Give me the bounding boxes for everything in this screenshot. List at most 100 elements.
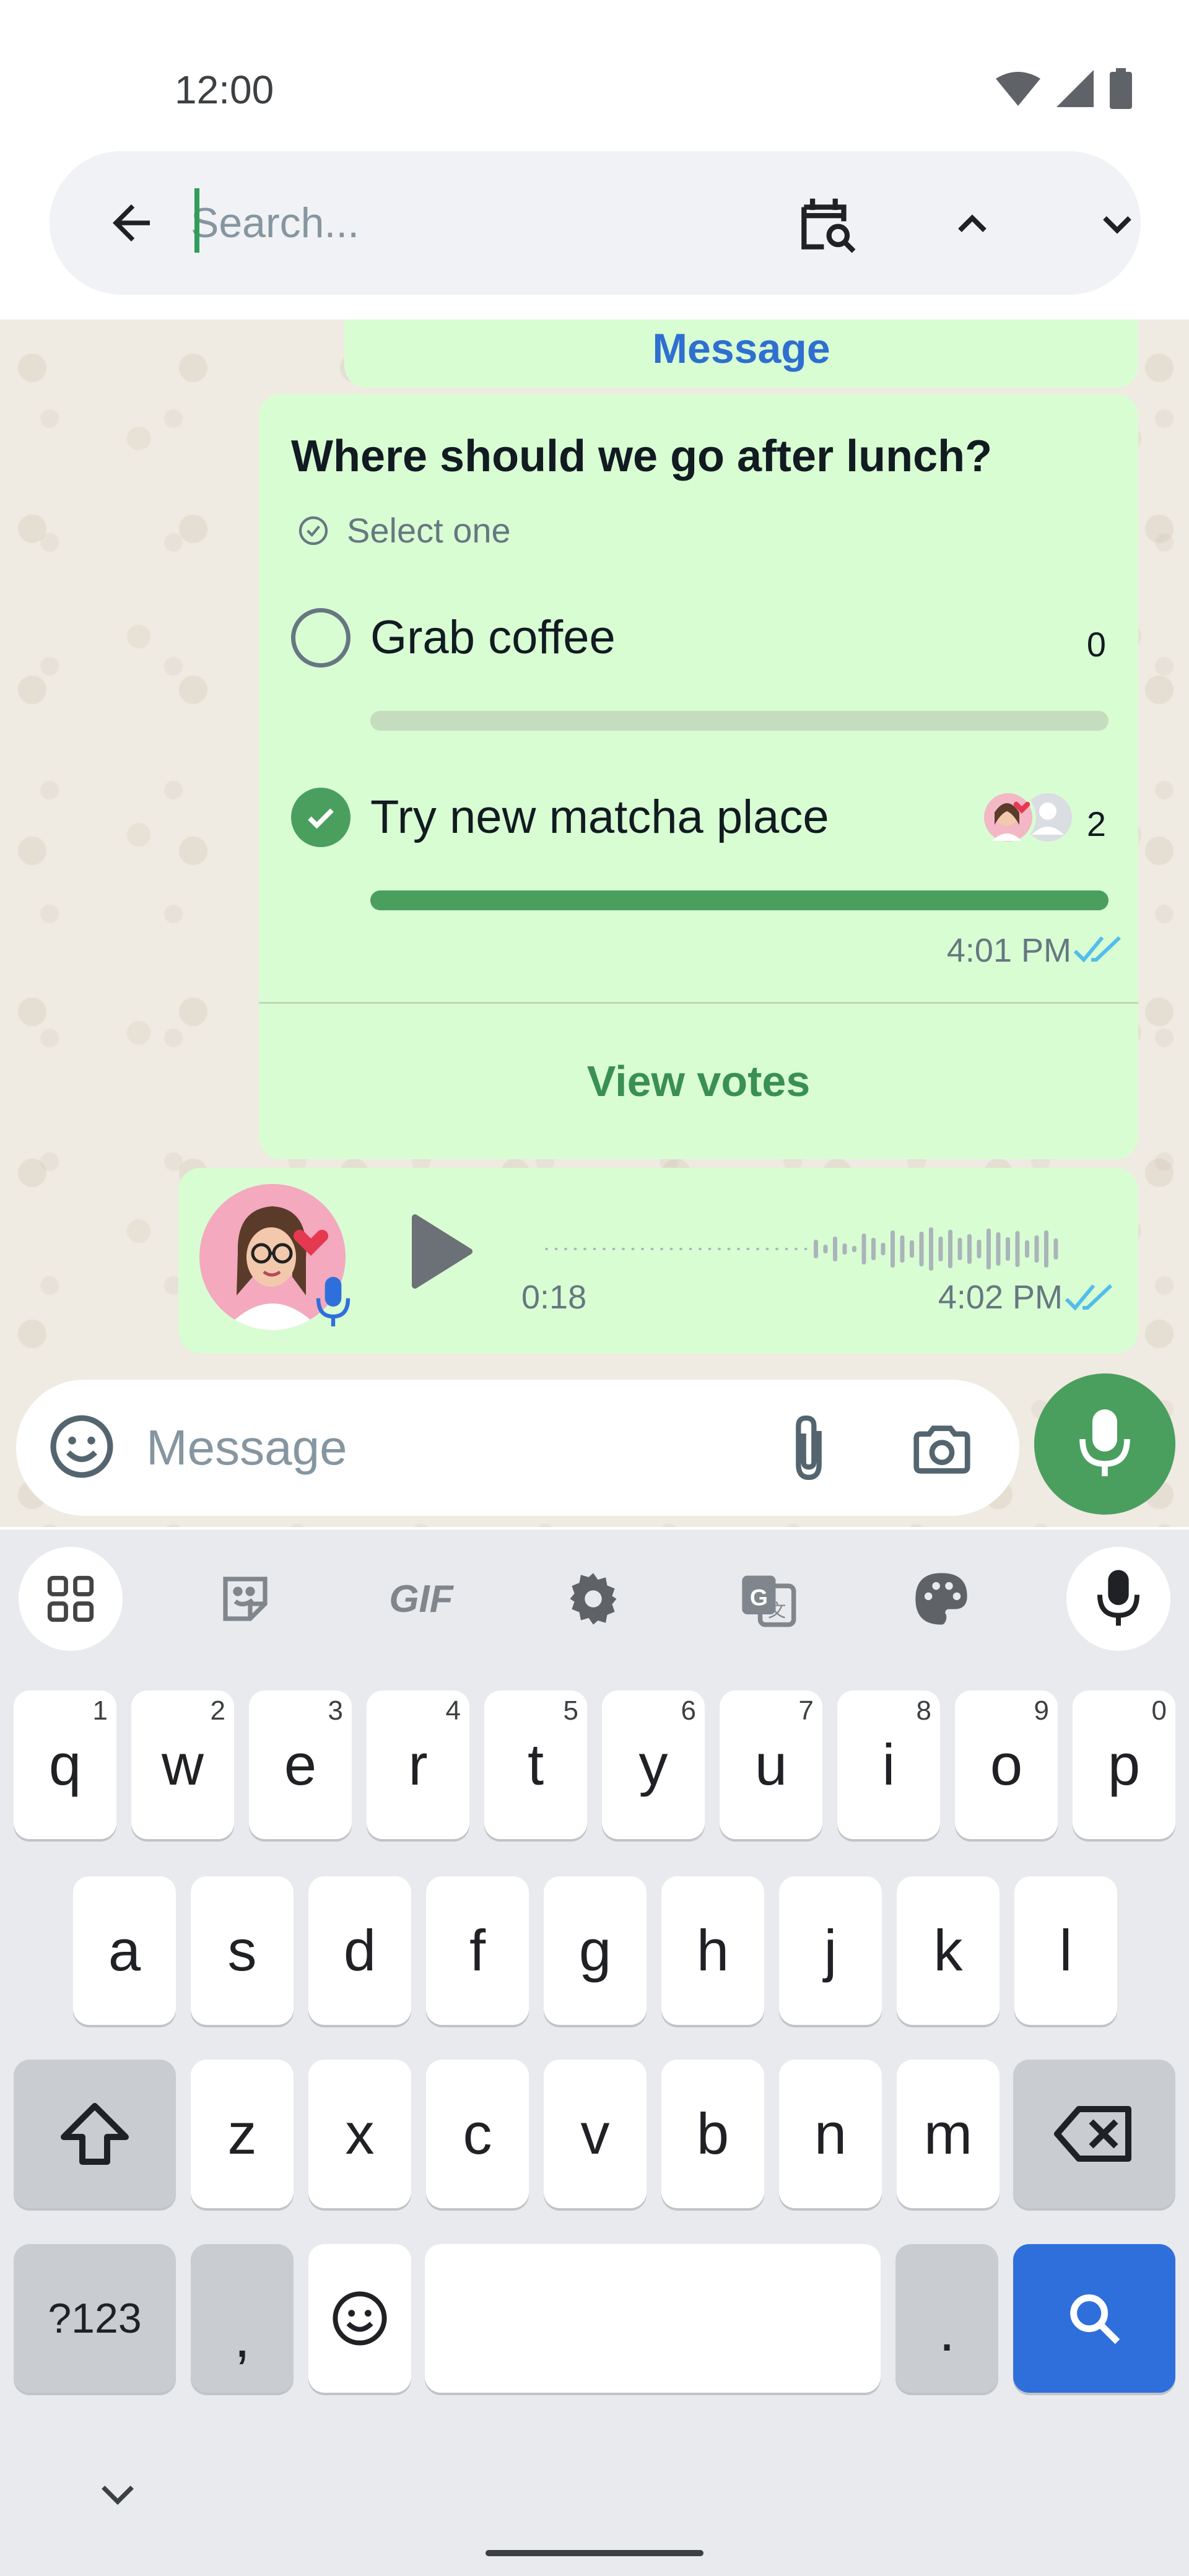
waveform-bar [1044,1230,1048,1268]
waveform-bar [967,1234,972,1264]
key-q[interactable]: q1 [14,1690,116,1839]
key-h[interactable]: h [661,1876,764,2025]
voice-record-button[interactable] [1034,1373,1175,1515]
backspace-key[interactable] [1013,2060,1175,2208]
period-key[interactable]: . [895,2244,998,2393]
waveform-bar [900,1235,905,1263]
key-l[interactable]: l [1014,1876,1117,2025]
poll-hint-text: Select one [347,511,511,550]
previous-message-bubble: Message [344,320,1138,388]
key-c[interactable]: c [426,2060,529,2208]
key-x[interactable]: x [308,2060,411,2208]
composer-row [0,1373,1189,1528]
mic-icon [1097,1570,1139,1626]
key-g[interactable]: g [544,1876,647,2025]
search-by-date-button[interactable] [786,187,867,261]
previous-result-button[interactable] [935,187,1009,261]
chat-area[interactable]: Message Where should we go after lunch? … [0,320,1189,1527]
key-a[interactable]: a [73,1876,176,2025]
key-i[interactable]: i8 [837,1690,940,1839]
key-label: t [527,1732,544,1797]
status-clock: 12:00 [175,67,274,112]
waveform-bar [1015,1231,1020,1267]
key-o[interactable]: o9 [955,1690,1058,1839]
play-button[interactable] [407,1211,476,1292]
key-label: n [814,2101,847,2166]
key-label: a [108,1918,141,1983]
comma-key[interactable]: , [191,2244,294,2393]
arrow-back-icon [113,204,150,242]
sticker-icon [223,1577,268,1621]
key-y[interactable]: y6 [602,1690,705,1839]
key-j[interactable]: j [779,1876,882,2025]
waveform-bar [612,1248,616,1250]
key-label: , [233,2304,251,2369]
waveform-bar [603,1248,606,1250]
key-hint: 9 [1034,1695,1049,1726]
emoji-key[interactable] [308,2244,411,2393]
poll-option-label[interactable]: Try new matcha place [370,790,829,844]
key-label: k [933,1918,963,1983]
key-w[interactable]: w2 [131,1690,234,1839]
key-z[interactable]: z [191,2060,294,2208]
space-key[interactable] [425,2244,881,2393]
waveform-bar [948,1230,952,1268]
gif-button[interactable]: GIF [369,1547,473,1651]
poll-question: Where should we go after lunch? [291,432,993,481]
voice-waveform[interactable] [500,1215,1089,1283]
emoji-button[interactable] [46,1411,118,1482]
waveform-bar [957,1238,962,1260]
voice-typing-button[interactable] [1066,1547,1170,1651]
waveform-bar [689,1248,692,1250]
key-hint: 6 [681,1695,696,1726]
attach-button[interactable] [778,1412,840,1486]
key-f[interactable]: f [426,1876,529,2025]
double-check-icon [1073,936,1121,963]
waveform-bar [641,1248,644,1250]
home-gesture-bar[interactable] [486,2550,703,2556]
waveform-bar [929,1227,933,1271]
voter-avatars[interactable] [978,788,1078,847]
waveform-bar [785,1248,788,1250]
settings-button[interactable] [541,1547,645,1651]
key-e[interactable]: e3 [249,1690,352,1839]
theme-button[interactable] [889,1547,993,1651]
svg-text:文: 文 [768,1600,786,1621]
camera-button[interactable] [908,1416,976,1484]
sticker-button[interactable] [193,1547,297,1651]
symbols-key[interactable]: ?123 [14,2244,176,2393]
poll-option-label[interactable]: Grab coffee [370,611,616,664]
calendar-search-icon [801,198,856,253]
key-u[interactable]: u7 [720,1690,822,1839]
key-n[interactable]: n [779,2060,882,2208]
waveform-bar [545,1248,548,1250]
key-d[interactable]: d [308,1876,411,2025]
key-label: g [578,1918,612,1983]
key-b[interactable]: b [661,2060,764,2208]
message-link[interactable]: Message [344,324,1138,373]
key-m[interactable]: m [897,2060,1000,2208]
key-v[interactable]: v [544,2060,647,2208]
view-votes-button[interactable]: View votes [259,1056,1138,1106]
key-label: d [343,1918,377,1983]
search-input[interactable] [191,193,736,253]
waveform-bar [938,1237,943,1261]
apps-button[interactable] [19,1547,123,1651]
waveform-bar [986,1229,991,1269]
poll-option-radio-checked[interactable] [291,788,351,847]
hide-keyboard-button[interactable] [93,2477,142,2514]
next-result-button[interactable] [1080,187,1154,261]
poll-option-radio[interactable] [291,608,351,668]
key-t[interactable]: t5 [484,1690,587,1839]
message-input[interactable] [146,1416,741,1480]
waveform-bar [737,1248,740,1250]
shift-key[interactable] [14,2060,176,2208]
back-button[interactable] [94,186,168,260]
translate-button[interactable]: G 文 [716,1547,820,1651]
key-s[interactable]: s [191,1876,294,2025]
key-hint: 4 [445,1695,461,1726]
key-k[interactable]: k [897,1876,1000,2025]
key-r[interactable]: r4 [367,1690,469,1839]
key-p[interactable]: p0 [1073,1690,1175,1839]
search-key[interactable] [1013,2244,1175,2393]
